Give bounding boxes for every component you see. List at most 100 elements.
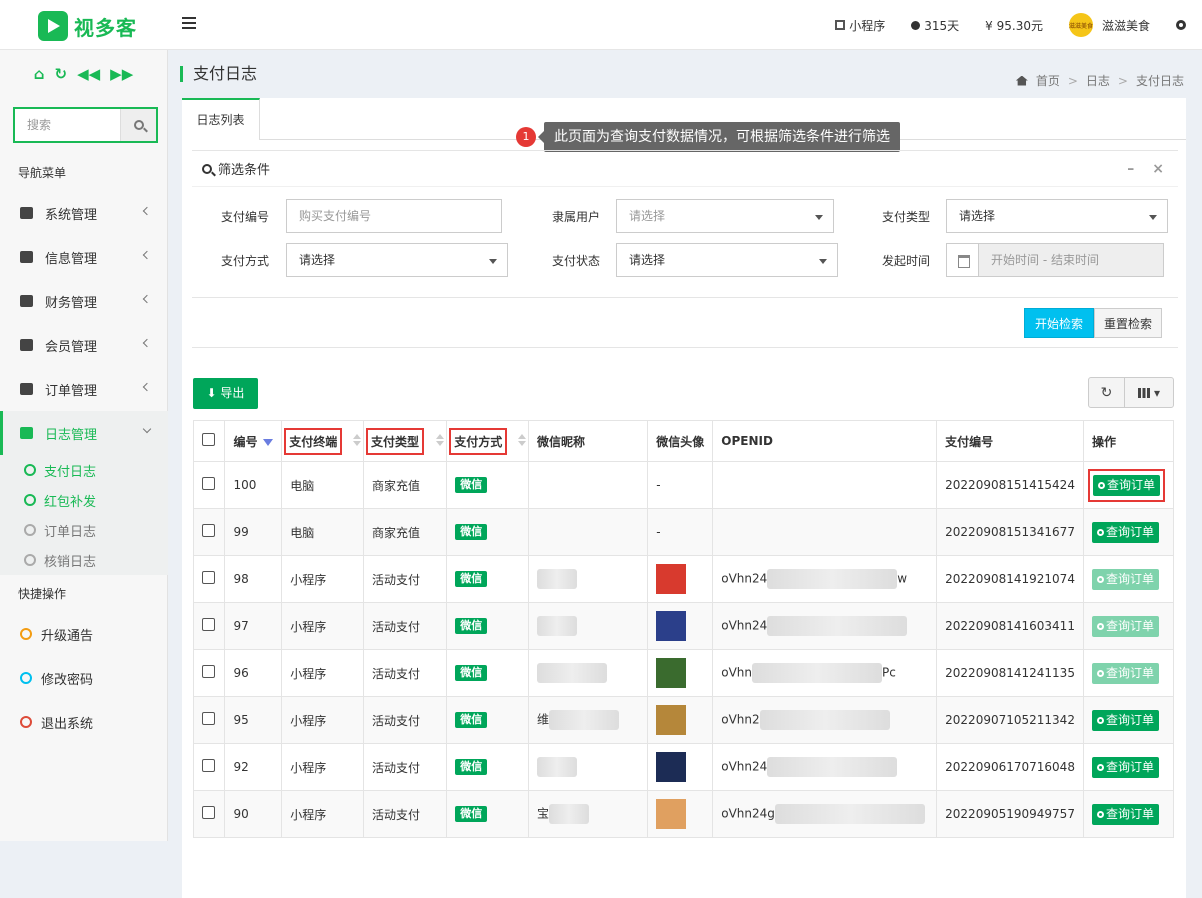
sidebar-item-orders[interactable]: 订单管理: [0, 367, 168, 411]
header-checkbox[interactable]: [192, 420, 226, 462]
circle-icon: [24, 464, 36, 476]
wechat-avatar: [656, 705, 687, 735]
row-checkbox[interactable]: [202, 524, 215, 537]
query-order-label: 查询订单: [1105, 524, 1154, 539]
query-order-button[interactable]: 查询订单: [1091, 709, 1159, 731]
cell-terminal: 小程序: [281, 649, 364, 697]
tab-log-list[interactable]: 日志列表: [182, 98, 260, 140]
sidebar-item-finance[interactable]: 财务管理: [0, 279, 168, 323]
settings-button[interactable]: [1176, 20, 1186, 30]
breadcrumb-separator: >: [1117, 73, 1128, 88]
backward-icon[interactable]: ◀◀: [77, 65, 100, 83]
row-checkbox[interactable]: [202, 665, 215, 678]
type-select[interactable]: 请选择: [946, 199, 1168, 233]
days-remaining: 315天: [911, 17, 959, 34]
query-order-button[interactable]: 查询订单: [1091, 615, 1159, 637]
openid-end-text: Pc: [882, 665, 896, 680]
nickname-text: 维: [536, 712, 549, 727]
sidebar-search-button[interactable]: [120, 109, 156, 141]
cell-type: 活动支付: [362, 743, 448, 791]
row-checkbox[interactable]: [202, 477, 215, 490]
type-select-value: 请选择: [959, 209, 996, 223]
status-select[interactable]: 请选择: [616, 243, 838, 277]
sidebar-item-logs[interactable]: 日志管理: [0, 411, 168, 455]
row-checkbox[interactable]: [202, 618, 215, 631]
row-checkbox-cell: [192, 649, 226, 697]
header-label: 微信头像: [656, 434, 705, 449]
sidebar-item-system[interactable]: 系统管理: [0, 191, 168, 235]
sidebar-search-input[interactable]: 搜索: [15, 109, 120, 141]
sidebar-subitem-pay-log[interactable]: 支付日志: [0, 455, 168, 485]
wechat-avatar: [656, 611, 687, 641]
sidebar-subitem-verify-log[interactable]: 核销日志: [0, 545, 168, 575]
grid-icon: [1137, 387, 1150, 398]
row-checkbox[interactable]: [202, 712, 215, 725]
query-order-button[interactable]: 查询订单: [1091, 803, 1159, 825]
menu-toggle-icon[interactable]: [182, 17, 196, 29]
help-tip: 1 此页面为查询支付数据情况，可根据筛选条件进行筛选: [516, 122, 900, 152]
refresh-icon[interactable]: ↻: [55, 65, 68, 83]
minimize-icon[interactable]: –: [1127, 161, 1134, 177]
row-checkbox[interactable]: [202, 806, 215, 819]
header-type[interactable]: 支付类型: [362, 420, 448, 462]
sidebar-item-info[interactable]: 信息管理: [0, 235, 168, 279]
method-select[interactable]: 请选择: [286, 243, 508, 277]
export-button[interactable]: ⬇ 导出: [193, 378, 258, 409]
sidebar-subitem-redpacket[interactable]: 红包补发: [0, 485, 168, 515]
row-checkbox-cell: [192, 743, 226, 791]
wechat-badge: 微信: [455, 524, 488, 540]
quick-item-password[interactable]: 修改密码: [0, 656, 168, 700]
user-select[interactable]: 请选择: [616, 199, 834, 233]
header-label: 操作: [1091, 434, 1116, 449]
mini-program-link[interactable]: 小程序: [835, 17, 885, 34]
nickname-text: 宝: [536, 806, 549, 821]
close-icon[interactable]: ×: [1152, 161, 1164, 177]
header-label: 支付编号: [945, 434, 994, 449]
table-tools: ↻ ▾: [1088, 377, 1174, 408]
sidebar-subitem-order-log[interactable]: 订单日志: [0, 515, 168, 545]
select-all-checkbox[interactable]: [202, 433, 215, 446]
cell-openid: oVhn Pc: [712, 649, 938, 697]
breadcrumb-logs[interactable]: 日志: [1086, 72, 1110, 89]
quick-item-upgrade[interactable]: 升级通告: [0, 612, 168, 656]
table-row: 90 小程序 活动支付 微信 宝 oVhn24g 20220905190949757 查询订单: [192, 790, 1175, 838]
avatar: 滋滋美食: [1068, 13, 1093, 37]
cell-method: 微信: [446, 790, 529, 838]
query-order-button[interactable]: 查询订单: [1091, 568, 1159, 590]
search-button[interactable]: 开始检索: [1024, 308, 1094, 338]
query-order-button[interactable]: 查询订单: [1091, 521, 1159, 543]
query-order-button[interactable]: 查询订单: [1092, 474, 1160, 496]
redacted-blur: [536, 757, 577, 777]
search-icon: [1096, 575, 1104, 583]
header-terminal[interactable]: 支付终端: [281, 420, 364, 462]
truck-icon: [20, 383, 33, 395]
users-icon: [20, 339, 33, 351]
table-row: 100 电脑 商家充值 微信 - 20220908151415424 查询订单: [192, 461, 1175, 509]
sort-desc-icon[interactable]: [263, 439, 274, 446]
sidebar-subitem-label: 红包补发: [44, 494, 97, 510]
query-order-button[interactable]: 查询订单: [1091, 756, 1159, 778]
logo[interactable]: 视多客: [38, 11, 137, 41]
reset-button[interactable]: 重置检索: [1094, 308, 1162, 338]
nav-menu: 系统管理 信息管理 财务管理 会员管理 订单管理 日志管理 支付日志 红包补发 …: [0, 191, 168, 575]
query-order-button[interactable]: 查询订单: [1091, 662, 1159, 684]
cell-avatar: [647, 555, 714, 603]
header-id[interactable]: 编号: [224, 420, 283, 462]
sidebar-item-members[interactable]: 会员管理: [0, 323, 168, 367]
row-checkbox-cell: [192, 508, 226, 556]
refresh-button[interactable]: ↻: [1089, 378, 1125, 407]
breadcrumb-home[interactable]: 首页: [1036, 72, 1060, 89]
forward-icon[interactable]: ▶▶: [110, 65, 133, 83]
cell-type: 活动支付: [362, 696, 448, 744]
columns-button[interactable]: ▾: [1125, 378, 1173, 407]
sidebar-subitem-label: 支付日志: [44, 464, 97, 480]
home-icon[interactable]: ⌂: [34, 65, 45, 83]
time-range-input[interactable]: 开始时间 - 结束时间: [946, 243, 1164, 277]
gear-icon: [1176, 20, 1186, 30]
row-checkbox[interactable]: [202, 759, 215, 772]
row-checkbox[interactable]: [202, 571, 215, 584]
header-method[interactable]: 支付方式: [446, 420, 529, 462]
pay-no-input[interactable]: 购买支付编号: [286, 199, 502, 233]
quick-item-logout[interactable]: 退出系统: [0, 700, 168, 744]
user-menu[interactable]: 滋滋美食 滋滋美食: [1068, 13, 1150, 37]
